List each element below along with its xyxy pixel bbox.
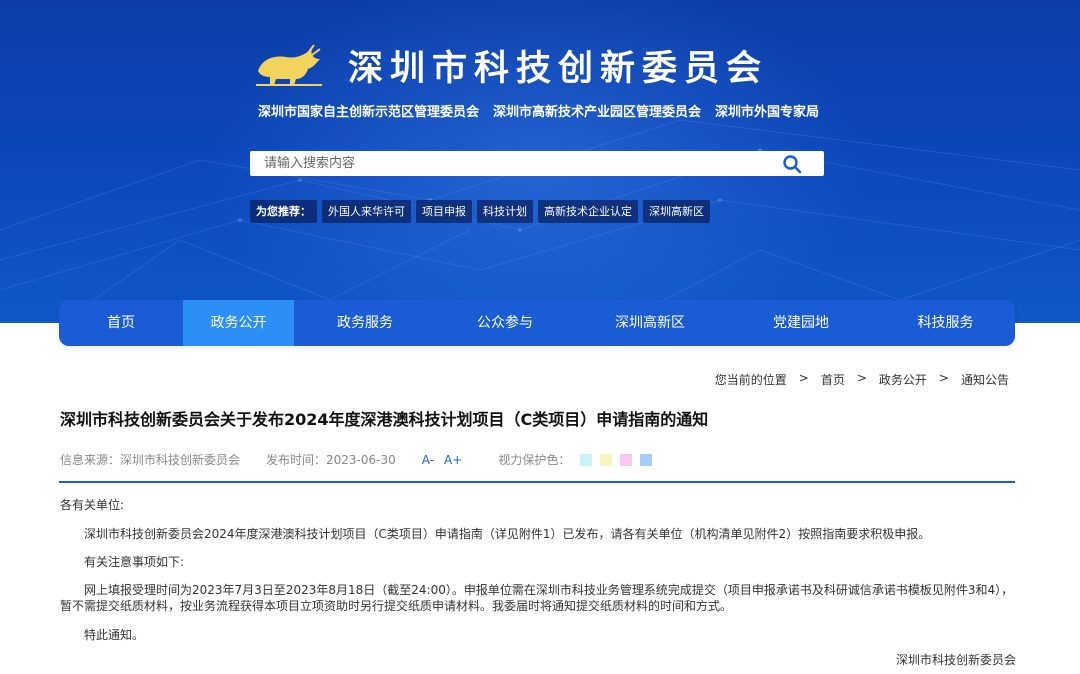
breadcrumb-current[interactable]: 通知公告 bbox=[961, 371, 1009, 388]
recommend-tag[interactable]: 项目申报 bbox=[416, 200, 472, 223]
article-signature: 深圳市科技创新委员会 bbox=[896, 653, 1017, 667]
bull-logo-icon[interactable] bbox=[252, 41, 326, 89]
eye-care-swatch-pink[interactable] bbox=[620, 453, 633, 466]
recommend-row: 为您推荐： 外国人来华许可 项目申报 科技计划 高新技术企业认定 深圳高新区 bbox=[250, 200, 710, 223]
eye-care-label: 视力保护色： bbox=[498, 453, 571, 467]
article-paragraph: 有关注意事项如下: bbox=[84, 555, 185, 569]
breadcrumb-separator: > bbox=[938, 371, 949, 385]
breadcrumb-link[interactable]: 首页 bbox=[821, 371, 845, 388]
main-nav: 首页 政务公开 政务服务 公众参与 深圳高新区 党建园地 科技服务 bbox=[59, 300, 1015, 346]
nav-item-government-affairs[interactable]: 政务公开 bbox=[183, 300, 294, 346]
header-banner: 深圳市科技创新委员会 深圳市国家自主创新示范区管理委员会 深圳市高新技术产业园区… bbox=[0, 0, 1080, 323]
nav-item-tech-services[interactable]: 科技服务 bbox=[876, 300, 1015, 346]
article-divider bbox=[59, 481, 1015, 483]
article-title: 深圳市科技创新委员会关于发布2024年度深港澳科技计划项目（C类项目）申请指南的… bbox=[60, 410, 709, 429]
eye-care-swatch-cyan[interactable] bbox=[580, 453, 593, 466]
eye-care-swatch-yellow[interactable] bbox=[600, 453, 613, 466]
breadcrumb-separator: > bbox=[856, 371, 867, 385]
recommend-label: 为您推荐： bbox=[250, 200, 317, 223]
nav-item-government-services[interactable]: 政务服务 bbox=[294, 300, 436, 346]
nav-item-party-building[interactable]: 党建园地 bbox=[726, 300, 876, 346]
breadcrumb-prefix: 您当前的位置 bbox=[714, 373, 787, 387]
site-title: 深圳市科技创新委员会 bbox=[348, 48, 769, 89]
sub-org-item: 深圳市外国专家局 bbox=[715, 105, 820, 120]
breadcrumb-link[interactable]: 政务公开 bbox=[879, 371, 927, 388]
nav-item-public-participation[interactable]: 公众参与 bbox=[436, 300, 574, 346]
nav-item-hi-tech-zone[interactable]: 深圳高新区 bbox=[574, 300, 726, 346]
breadcrumb: 您当前的位置 > 首页 > 政务公开 > 通知公告 bbox=[715, 371, 1009, 388]
sub-org-item: 深圳市高新技术产业园区管理委员会 bbox=[493, 105, 702, 120]
article-paragraph-line: 暂不需提交纸质材料，按业务流程获得本项目立项资助时另行提交纸质申请材料。我委届时… bbox=[60, 599, 733, 613]
recommend-tag[interactable]: 高新技术企业认定 bbox=[538, 200, 638, 223]
font-smaller-button[interactable]: A- bbox=[422, 453, 434, 467]
article-closing: 特此通知。 bbox=[84, 628, 145, 642]
article-salutation: 各有关单位: bbox=[60, 498, 125, 512]
article-paragraph: 网上填报受理时间为2023年7月3日至2023年8月18日（截至24:00）。申… bbox=[60, 582, 1014, 614]
article-date: 发布时间：2023-06-30 bbox=[266, 453, 396, 467]
article-source: 信息来源：深圳市科技创新委员会 bbox=[60, 453, 241, 467]
search-bar bbox=[250, 151, 824, 176]
eye-care-swatch-blue[interactable] bbox=[640, 453, 653, 466]
search-input[interactable] bbox=[250, 152, 770, 175]
sub-org-list: 深圳市国家自主创新示范区管理委员会 深圳市高新技术产业园区管理委员会 深圳市外国… bbox=[258, 101, 819, 120]
search-icon[interactable] bbox=[782, 154, 802, 174]
article-meta: 信息来源：深圳市科技创新委员会 发布时间：2023-06-30 A- A+ 视力… bbox=[60, 451, 660, 468]
breadcrumb-separator: > bbox=[798, 371, 809, 385]
recommend-tag[interactable]: 科技计划 bbox=[477, 200, 533, 223]
site-logo-row: 深圳市科技创新委员会 bbox=[252, 38, 768, 92]
article-paragraph-line: 网上填报受理时间为2023年7月3日至2023年8月18日（截至24:00）。申… bbox=[84, 583, 1014, 597]
font-larger-button[interactable]: A+ bbox=[444, 453, 462, 467]
nav-item-home[interactable]: 首页 bbox=[59, 300, 183, 346]
recommend-tag[interactable]: 外国人来华许可 bbox=[322, 200, 411, 223]
article-paragraph: 深圳市科技创新委员会2024年度深港澳科技计划项目（C类项目）申请指南（详见附件… bbox=[84, 527, 931, 541]
recommend-tag[interactable]: 深圳高新区 bbox=[643, 200, 710, 223]
sub-org-item: 深圳市国家自主创新示范区管理委员会 bbox=[258, 105, 480, 120]
